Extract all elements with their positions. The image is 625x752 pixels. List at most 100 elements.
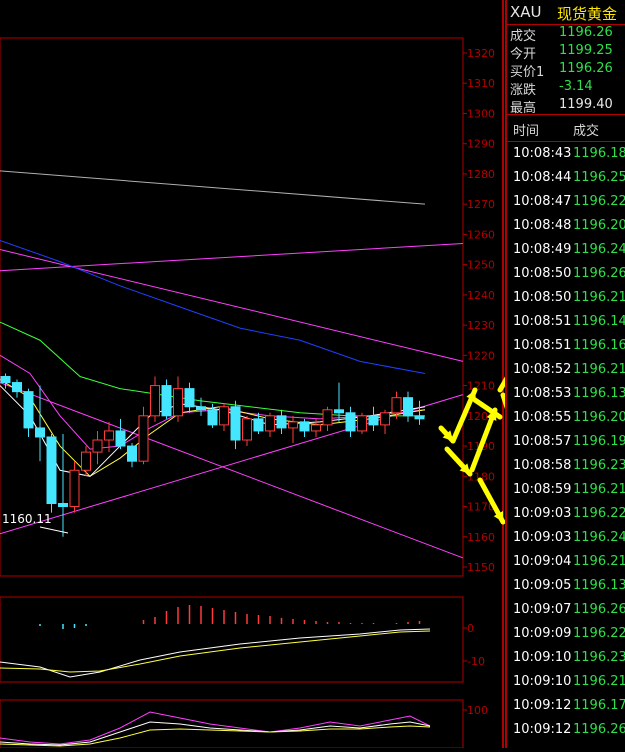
- candle[interactable]: [357, 412, 367, 434]
- candle[interactable]: [403, 391, 413, 422]
- candle[interactable]: [265, 412, 275, 437]
- tick-row[interactable]: 10:09:10 1196.21: [507, 670, 625, 694]
- candle[interactable]: [253, 412, 264, 434]
- candle[interactable]: [219, 403, 229, 431]
- tick-row[interactable]: 10:08:53 1196.13: [507, 382, 625, 406]
- tick-row[interactable]: 10:08:57 1196.19: [507, 430, 625, 454]
- tick-row[interactable]: 10:08:44 1196.25: [507, 166, 625, 190]
- candle[interactable]: [414, 400, 425, 425]
- candle[interactable]: [81, 446, 91, 477]
- tick-time: 10:09:10: [513, 650, 572, 665]
- tick-row[interactable]: 10:08:43 1196.18: [507, 142, 625, 166]
- price-tick-label: 1290: [467, 138, 495, 151]
- tick-row[interactable]: 10:08:55 1196.20: [507, 406, 625, 430]
- candle[interactable]: [288, 415, 298, 444]
- candle[interactable]: [184, 382, 195, 413]
- tick-price: 1196.20: [573, 218, 625, 233]
- price-tick-label: 1280: [467, 168, 495, 181]
- tick-row[interactable]: 10:09:12 1196.26: [507, 718, 625, 742]
- price-tick-label: 1160: [467, 531, 495, 544]
- tick-time: 10:08:59: [513, 482, 572, 497]
- candle-body: [403, 397, 413, 417]
- kdj-axis-label: 100: [467, 704, 488, 717]
- tick-row[interactable]: 10:09:03 1196.22: [507, 502, 625, 526]
- quote-value: 1196.26: [559, 61, 613, 76]
- tick-row[interactable]: 10:08:58 1196.23: [507, 454, 625, 478]
- tick-price: 1196.16: [573, 338, 625, 353]
- macd-dif-line: [0, 628, 431, 678]
- tick-time: 10:08:43: [513, 146, 572, 161]
- quote-value: 1199.25: [559, 43, 613, 58]
- candle[interactable]: [242, 415, 252, 447]
- candle[interactable]: [334, 382, 344, 422]
- tick-row[interactable]: 10:09:03 1196.24: [507, 526, 625, 550]
- tick-row[interactable]: 10:09:07 1196.26: [507, 598, 625, 622]
- candle[interactable]: [322, 406, 333, 431]
- tick-row[interactable]: 10:08:51 1196.16: [507, 334, 625, 358]
- tick-time: 10:08:50: [513, 266, 572, 281]
- kline-chart[interactable]: 1320 1310 1300 1290 1280 1270 1260 1250 1240 1230…: [0, 0, 625, 749]
- tick-list[interactable]: 10:08:43 1196.18 10:08:44 1196.25 10:08:47 11…: [507, 142, 625, 748]
- macd-axis-label: 0: [467, 622, 474, 635]
- candle[interactable]: [173, 376, 183, 422]
- channel-mid-line: [0, 242, 464, 272]
- candle[interactable]: [58, 433, 68, 537]
- tick-price: 1196.21: [573, 674, 625, 689]
- tick-price: 1196.22: [573, 506, 625, 521]
- candle[interactable]: [161, 379, 172, 419]
- tick-row[interactable]: 10:08:48 1196.20: [507, 214, 625, 238]
- tick-row[interactable]: 10:08:50 1196.26: [507, 262, 625, 286]
- candle[interactable]: [299, 418, 310, 437]
- low-price-pointer: [39, 526, 69, 534]
- candle-body: [345, 412, 356, 432]
- candle[interactable]: [46, 433, 57, 513]
- ma20-line: [0, 321, 425, 417]
- candle[interactable]: [380, 409, 390, 434]
- candle-body: [173, 388, 183, 417]
- candle[interactable]: [23, 388, 34, 437]
- tick-time: 10:09:12: [513, 698, 572, 713]
- candle[interactable]: [69, 461, 80, 513]
- candle[interactable]: [345, 406, 356, 437]
- macd-axis-label: -10: [467, 655, 485, 668]
- tick-row[interactable]: 10:09:09 1196.22: [507, 622, 625, 646]
- candle-body: [138, 415, 149, 462]
- tick-time: 10:08:53: [513, 386, 572, 401]
- tick-row[interactable]: 10:08:52 1196.21: [507, 358, 625, 382]
- tick-row[interactable]: 10:08:51 1196.14: [507, 310, 625, 334]
- candle[interactable]: [276, 409, 287, 434]
- price-tick-label: 1250: [467, 259, 495, 272]
- price-tick-label: 1240: [467, 289, 495, 302]
- tick-row[interactable]: 10:09:10 1196.23: [507, 646, 625, 670]
- candle-body: [35, 427, 45, 438]
- tick-row[interactable]: 10:08:47 1196.22: [507, 190, 625, 214]
- tick-price: 1196.21: [573, 362, 625, 377]
- tick-row[interactable]: 10:08:50 1196.21: [507, 286, 625, 310]
- tick-row[interactable]: 10:08:49 1196.24: [507, 238, 625, 262]
- tick-price: 1196.13: [573, 386, 625, 401]
- tick-price: 1196.17: [573, 698, 625, 713]
- candle-body: [242, 418, 252, 441]
- candle[interactable]: [368, 406, 379, 431]
- tick-row[interactable]: 10:09:05 1196.13: [507, 574, 625, 598]
- kline-chart-area[interactable]: 1320 1310 1300 1290 1280 1270 1260 1250 1240 1230…: [0, 0, 625, 749]
- candle[interactable]: [230, 400, 241, 450]
- candle-body: [230, 406, 241, 441]
- candle[interactable]: [127, 443, 137, 468]
- candle[interactable]: [150, 376, 160, 422]
- tick-time: 10:08:47: [513, 194, 572, 209]
- quote-value: 1196.26: [559, 25, 613, 40]
- tick-row[interactable]: 10:08:59 1196.21: [507, 478, 625, 502]
- tick-time: 10:09:05: [513, 578, 572, 593]
- candle[interactable]: [12, 379, 22, 398]
- candle[interactable]: [138, 406, 149, 465]
- tick-row[interactable]: 10:09:12 1196.17: [507, 694, 625, 718]
- candle-body: [288, 421, 298, 429]
- tick-price: 1196.23: [573, 458, 625, 473]
- candle[interactable]: [92, 430, 103, 465]
- candle-body: [69, 469, 80, 508]
- tick-row[interactable]: 10:09:04 1196.21: [507, 550, 625, 574]
- tick-price: 1196.24: [573, 242, 625, 257]
- candle[interactable]: [115, 418, 126, 450]
- tick-price: 1196.22: [573, 626, 625, 641]
